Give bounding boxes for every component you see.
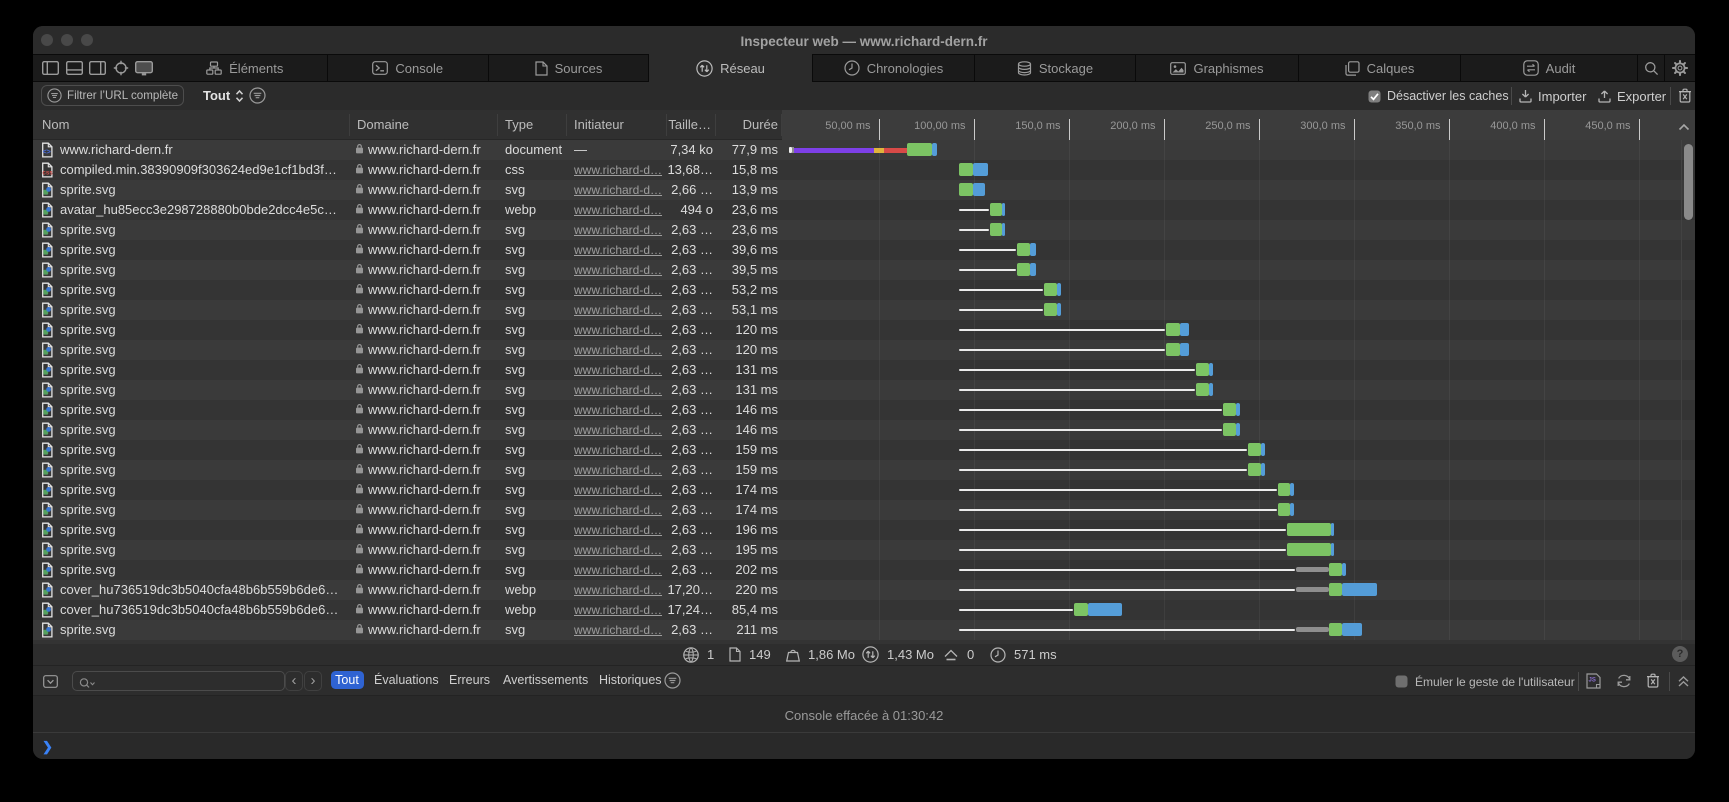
svg-text:JS: JS (1589, 678, 1596, 684)
svg-text:css: css (42, 169, 53, 176)
svg-text:<>: <> (43, 149, 51, 156)
